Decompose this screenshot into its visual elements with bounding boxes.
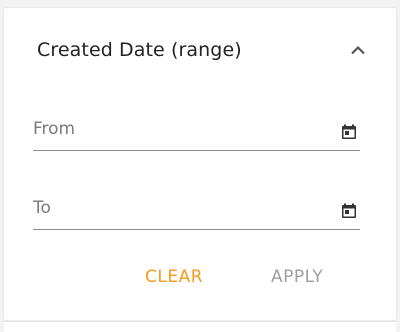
clear-button[interactable]: CLEAR — [145, 267, 203, 287]
next-panel-edge — [4, 321, 396, 332]
calendar-icon[interactable] — [341, 124, 357, 140]
calendar-icon[interactable] — [341, 203, 357, 219]
to-placeholder: To — [33, 198, 51, 218]
filter-title: Created Date (range) — [37, 39, 242, 61]
from-placeholder: From — [33, 119, 76, 139]
from-date-field[interactable]: From — [33, 114, 360, 151]
chevron-up-icon — [351, 45, 365, 55]
collapse-button[interactable] — [344, 38, 372, 62]
apply-button[interactable]: APPLY — [271, 267, 323, 287]
to-date-field[interactable]: To — [33, 193, 360, 230]
